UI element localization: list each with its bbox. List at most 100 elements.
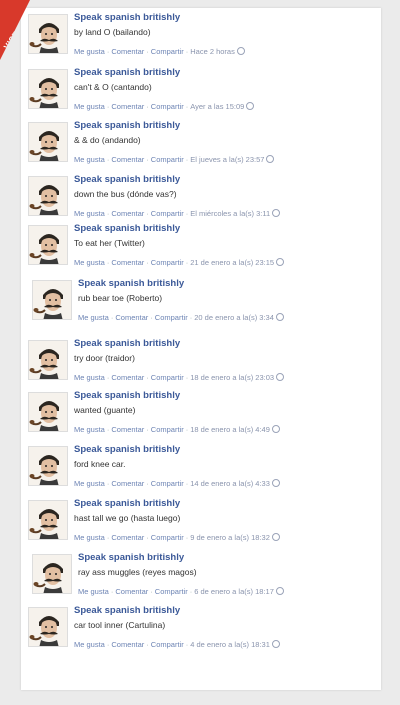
avatar[interactable] [28,122,68,162]
avatar[interactable] [28,176,68,216]
avatar[interactable] [32,280,72,320]
separator-dot: · [106,155,110,164]
avatar[interactable] [28,392,68,432]
like-link[interactable]: Me gusta [74,640,105,649]
post: Speak spanish britishly ray ass muggles … [32,552,384,598]
comment-link[interactable]: Comentar [111,102,144,111]
like-link[interactable]: Me gusta [74,102,105,111]
mustache-man-avatar-icon [33,555,71,593]
globe-icon [271,533,280,541]
like-link[interactable]: Me gusta [74,479,105,488]
share-link[interactable]: Compartir [151,479,184,488]
comment-link[interactable]: Comentar [111,47,144,56]
post-timestamp[interactable]: 9 de enero a la(s) 18:32 [190,533,270,542]
post-meta: Me gusta · Comentar · Compartir · Ayer a las 1… [74,102,255,111]
separator-dot: · [185,373,189,382]
like-link[interactable]: Me gusta [74,209,105,218]
comment-link[interactable]: Comentar [111,258,144,267]
author-name[interactable]: Speak spanish britishly [74,120,180,131]
share-link[interactable]: Compartir [151,425,184,434]
separator-dot: · [106,533,110,542]
comment-link[interactable]: Comentar [111,373,144,382]
avatar[interactable] [28,225,68,265]
separator-dot: · [106,640,110,649]
post-timestamp[interactable]: Ayer a las 15:09 [190,102,244,111]
post-meta: Me gusta · Comentar · Compartir · 18 de enero … [74,425,280,434]
separator-dot: · [150,587,153,596]
post-timestamp[interactable]: 18 de enero a la(s) 23:03 [190,373,274,382]
author-name[interactable]: Speak spanish britishly [74,390,180,401]
author-name[interactable]: Speak spanish britishly [74,338,180,349]
comment-link[interactable]: Comentar [111,479,144,488]
separator-dot: · [185,425,189,434]
like-link[interactable]: Me gusta [74,258,105,267]
author-name[interactable]: Speak spanish britishly [78,278,184,289]
mustache-man-avatar-icon [29,15,67,53]
post-text: rub bear toe (Roberto) [78,293,163,303]
share-link[interactable]: Compartir [151,155,184,164]
author-name[interactable]: Speak spanish britishly [74,67,180,78]
share-link[interactable]: Compartir [155,587,188,596]
author-name[interactable]: Speak spanish britishly [74,444,180,455]
comment-link[interactable]: Comentar [111,533,144,542]
post: Speak spanish britishly can't & O (canta… [28,67,380,113]
post-timestamp[interactable]: El miércoles a la(s) 3:11 [190,209,270,218]
post-meta: Me gusta · Comentar · Compartir · 4 de enero a… [74,640,280,649]
author-name[interactable]: Speak spanish britishly [74,12,180,23]
share-link[interactable]: Compartir [155,313,188,322]
avatar[interactable] [28,607,68,647]
share-link[interactable]: Compartir [151,47,184,56]
author-name[interactable]: Speak spanish britishly [74,174,180,185]
like-link[interactable]: Me gusta [78,313,109,322]
post-timestamp[interactable]: 14 de enero a la(s) 4:33 [190,479,270,488]
like-link[interactable]: Me gusta [74,47,105,56]
post-timestamp[interactable]: Hace 2 horas [190,47,235,56]
avatar[interactable] [32,554,72,594]
post-timestamp[interactable]: 20 de enero a la(s) 3:34 [194,313,274,322]
share-link[interactable]: Compartir [151,533,184,542]
post-timestamp[interactable]: 4 de enero a la(s) 18:31 [190,640,270,649]
avatar[interactable] [28,500,68,540]
post-text: wanted (guante) [74,405,136,415]
comment-link[interactable]: Comentar [115,587,148,596]
author-name[interactable]: Speak spanish britishly [74,223,180,234]
separator-dot: · [146,373,149,382]
avatar[interactable] [28,446,68,486]
author-name[interactable]: Speak spanish britishly [78,552,184,563]
post-meta: Me gusta · Comentar · Compartir · 6 de enero a… [78,587,284,596]
post-meta: Me gusta · Comentar · Compartir · 20 de enero … [78,313,284,322]
comment-link[interactable]: Comentar [111,209,144,218]
comment-link[interactable]: Comentar [111,155,144,164]
separator-dot: · [106,209,110,218]
like-link[interactable]: Me gusta [74,533,105,542]
post-timestamp[interactable]: 18 de enero a la(s) 4:49 [190,425,270,434]
post-timestamp[interactable]: 6 de enero a la(s) 18:17 [194,587,274,596]
post-text: can't & O (cantando) [74,82,152,92]
like-link[interactable]: Me gusta [78,587,109,596]
post-timestamp[interactable]: El jueves a la(s) 23:57 [190,155,264,164]
share-link[interactable]: Compartir [151,258,184,267]
comment-link[interactable]: Comentar [111,425,144,434]
avatar[interactable] [28,69,68,109]
comment-link[interactable]: Comentar [111,640,144,649]
avatar[interactable] [28,14,68,54]
share-link[interactable]: Compartir [151,209,184,218]
share-link[interactable]: Compartir [151,102,184,111]
share-link[interactable]: Compartir [151,640,184,649]
post-timestamp[interactable]: 21 de enero a la(s) 23:15 [190,258,274,267]
post: Speak spanish britishly down the bus (dó… [28,174,380,220]
mustache-man-avatar-icon [29,501,67,539]
avatar[interactable] [28,340,68,380]
post: Speak spanish britishly ford knee car. M… [28,444,380,490]
author-name[interactable]: Speak spanish britishly [74,498,180,509]
post-meta: Me gusta · Comentar · Compartir · 21 de enero … [74,258,285,267]
author-name[interactable]: Speak spanish britishly [74,605,180,616]
comment-link[interactable]: Comentar [115,313,148,322]
post-text: ray ass muggles (reyes magos) [78,567,197,577]
like-link[interactable]: Me gusta [74,155,105,164]
share-link[interactable]: Compartir [151,373,184,382]
like-link[interactable]: Me gusta [74,373,105,382]
separator-dot: · [106,47,110,56]
like-link[interactable]: Me gusta [74,425,105,434]
separator-dot: · [146,640,149,649]
